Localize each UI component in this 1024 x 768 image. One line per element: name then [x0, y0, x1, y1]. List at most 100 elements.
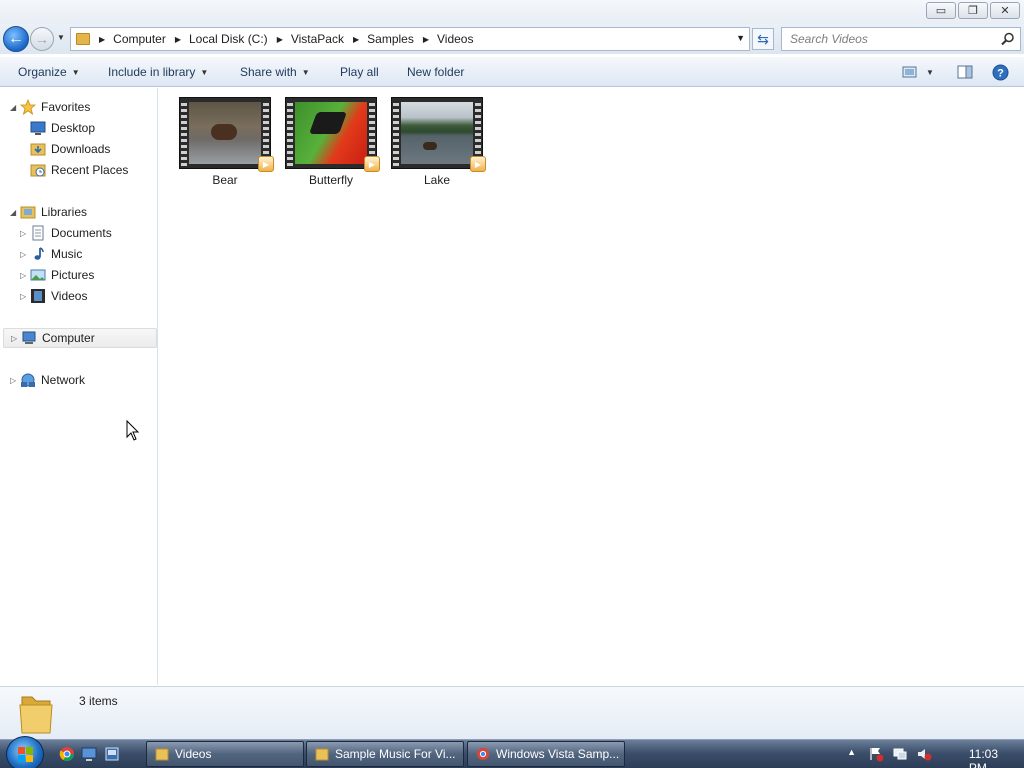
search-icon[interactable] [1000, 31, 1016, 47]
desktop-icon [30, 121, 46, 135]
taskbar-button-sample-music[interactable]: Sample Music For Vi... [306, 741, 464, 767]
restore-button[interactable]: ❐ [958, 2, 988, 19]
file-name: Butterfly [308, 173, 353, 187]
title-bar: ▭ ❐ ✕ [0, 0, 1024, 24]
caret-down-icon: ▼ [926, 67, 934, 77]
breadcrumb-chevron-icon[interactable]: ▶ [99, 35, 105, 44]
collapsed-triangle-icon[interactable]: ▷ [11, 334, 17, 343]
file-view: ▶ Bear ▶ Butterfly ▶ Lake [159, 88, 1024, 685]
nav-downloads[interactable]: Downloads [0, 139, 158, 159]
expanded-triangle-icon[interactable]: ◢ [10, 103, 16, 112]
refresh-icon: ⇆ [757, 30, 769, 47]
nav-documents[interactable]: ▷ Documents [0, 223, 158, 243]
taskbar-button-label: Windows Vista Samp... [496, 747, 620, 761]
minimize-button[interactable]: ▭ [926, 2, 956, 19]
breadcrumb-chevron-icon[interactable]: ▶ [175, 35, 181, 44]
preview-pane-icon [957, 65, 973, 79]
nav-network[interactable]: ▷ Network [0, 370, 158, 390]
forward-button[interactable]: → [30, 27, 54, 51]
back-button[interactable]: ← [3, 26, 29, 52]
nav-libraries-label: Libraries [41, 205, 88, 219]
address-bar[interactable]: ▶ Computer ▶ Local Disk (C:) ▶ VistaPack… [70, 27, 750, 51]
nav-videos[interactable]: ▷ Videos [0, 286, 158, 306]
file-name: Lake [423, 173, 451, 187]
nav-pictures[interactable]: ▷ Pictures [0, 265, 158, 285]
breadcrumb-chevron-icon[interactable]: ▶ [353, 35, 359, 44]
nav-downloads-label: Downloads [51, 142, 111, 156]
nav-recent-places[interactable]: Recent Places [0, 160, 158, 180]
breadcrumb-vistapack[interactable]: VistaPack [291, 32, 344, 46]
include-in-library-button[interactable]: Include in library ▼ [108, 65, 208, 79]
clock[interactable]: 11:03 PM [969, 747, 998, 768]
network-status-icon[interactable] [892, 746, 908, 762]
network-icon [21, 373, 35, 387]
file-item-butterfly[interactable]: ▶ Butterfly [283, 97, 380, 187]
refresh-button[interactable]: ⇆ [752, 28, 774, 50]
breadcrumb-samples[interactable]: Samples [367, 32, 414, 46]
action-center-flag-icon[interactable] [868, 746, 884, 762]
breadcrumb-computer[interactable]: Computer [113, 32, 166, 46]
folder-icon [19, 696, 53, 734]
new-folder-label: New folder [407, 65, 465, 79]
play-all-label: Play all [340, 65, 379, 79]
taskbar: Videos Sample Music For Vi... Windows Vi… [0, 736, 1024, 768]
show-desktop-icon[interactable] [81, 746, 97, 762]
share-with-button[interactable]: Share with ▼ [240, 65, 310, 79]
taskbar-button-windows-vista-samp[interactable]: Windows Vista Samp... [467, 741, 625, 767]
nav-favorites[interactable]: ◢ Favorites [0, 97, 158, 117]
nav-videos-label: Videos [51, 289, 88, 303]
view-icon [902, 66, 917, 78]
nav-computer[interactable]: ▷ Computer [3, 328, 157, 348]
breadcrumb-chevron-icon[interactable]: ▶ [277, 35, 283, 44]
collapsed-triangle-icon[interactable]: ▷ [10, 376, 16, 385]
change-view-button[interactable]: ▼ [902, 64, 934, 80]
nav-music[interactable]: ▷ Music [0, 244, 158, 264]
breadcrumb-chevron-icon[interactable]: ▶ [423, 35, 429, 44]
item-count: 3 items [79, 694, 118, 708]
collapsed-triangle-icon[interactable]: ▷ [20, 271, 26, 280]
start-button[interactable] [6, 736, 44, 768]
chrome-icon[interactable] [59, 746, 75, 762]
address-history-dropdown[interactable]: ▼ [736, 33, 745, 43]
video-thumbnail-bear-icon: ▶ [179, 97, 274, 172]
nav-libraries[interactable]: ◢ Libraries [0, 202, 158, 222]
taskbar-button-videos[interactable]: Videos [146, 741, 304, 767]
switch-windows-icon[interactable] [104, 746, 120, 762]
show-hidden-icons-icon[interactable]: ▲ [847, 747, 856, 757]
collapsed-triangle-icon[interactable]: ▷ [20, 250, 26, 259]
videos-filmstrip-icon [31, 289, 45, 303]
help-button[interactable]: ? [992, 64, 1009, 80]
preview-pane-button[interactable] [957, 64, 973, 80]
restore-icon: ❐ [968, 5, 978, 17]
search-input[interactable] [782, 28, 992, 50]
recent-pages-dropdown[interactable]: ▼ [57, 33, 65, 42]
caret-down-icon: ▼ [200, 67, 209, 77]
folder-icon [315, 748, 329, 761]
expanded-triangle-icon[interactable]: ◢ [10, 208, 16, 217]
close-button[interactable]: ✕ [990, 2, 1020, 19]
organize-label: Organize [18, 65, 67, 79]
nav-documents-label: Documents [51, 226, 112, 240]
file-item-bear[interactable]: ▶ Bear [177, 97, 274, 187]
music-note-icon [34, 247, 44, 260]
details-pane: 3 items [0, 686, 1024, 739]
file-item-lake[interactable]: ▶ Lake [389, 97, 486, 187]
folder-icon [155, 748, 169, 761]
address-row: ← → ▼ ▶ Computer ▶ Local Disk (C:) ▶ Vis… [0, 24, 1024, 54]
collapsed-triangle-icon[interactable]: ▷ [20, 229, 26, 238]
volume-muted-icon[interactable] [916, 746, 932, 762]
collapsed-triangle-icon[interactable]: ▷ [20, 292, 26, 301]
nav-music-label: Music [51, 247, 83, 261]
nav-desktop[interactable]: Desktop [0, 118, 158, 138]
svg-text:?: ? [997, 67, 1004, 79]
recent-places-icon [30, 164, 46, 177]
organize-button[interactable]: Organize ▼ [18, 65, 80, 79]
breadcrumb-videos[interactable]: Videos [437, 32, 473, 46]
video-thumbnail-butterfly-icon: ▶ [285, 97, 380, 172]
caret-down-icon: ▼ [301, 67, 310, 77]
search-box[interactable] [781, 27, 1021, 51]
breadcrumb-local-disk[interactable]: Local Disk (C:) [189, 32, 268, 46]
new-folder-button[interactable]: New folder [407, 65, 464, 79]
back-arrow-icon: ← [8, 30, 24, 47]
play-all-button[interactable]: Play all [340, 65, 379, 79]
